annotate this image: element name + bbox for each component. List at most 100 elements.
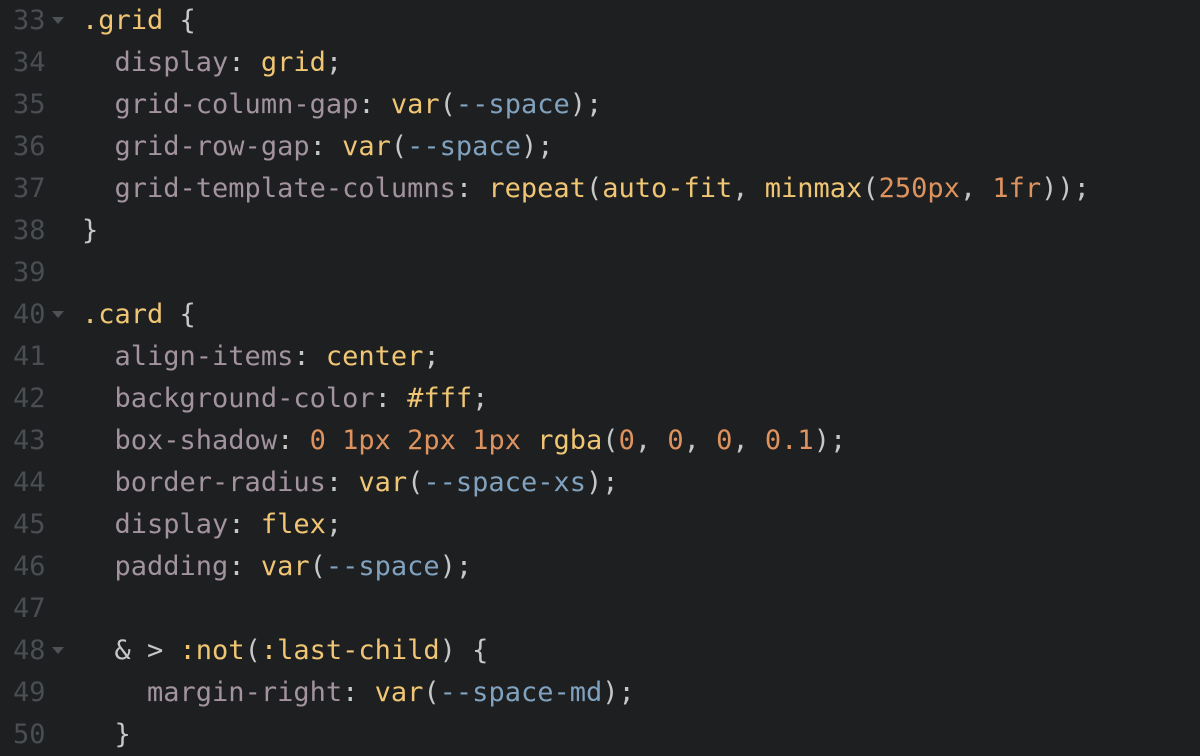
code-token: ); xyxy=(439,551,473,582)
code-token: ( xyxy=(390,131,408,162)
code-line[interactable]: 40 .card { xyxy=(0,294,1200,336)
code-token: 1px xyxy=(342,425,391,456)
code-line[interactable]: 33 .grid { xyxy=(0,0,1200,42)
code-line[interactable]: 44 border-radius: var(--space-xs); xyxy=(0,462,1200,504)
line-code: } xyxy=(82,210,98,252)
code-token: ); xyxy=(602,677,635,708)
code-line[interactable]: 49 margin-right: var(--space-md); xyxy=(0,672,1200,714)
line-code: box-shadow: 0 1px 2px 1px rgba(0, 0, 0, … xyxy=(82,420,847,462)
code-token: 1px xyxy=(472,425,521,456)
code-token: background-color xyxy=(114,383,375,414)
code-line[interactable]: 39 xyxy=(0,252,1200,294)
code-token: , xyxy=(959,173,993,204)
code-token: : xyxy=(309,131,343,162)
line-number: 34 xyxy=(13,47,46,78)
code-token: --space xyxy=(455,89,570,120)
code-token: 0 xyxy=(618,425,635,456)
line-gutter: 39 xyxy=(0,252,76,294)
line-gutter: 38 xyxy=(0,210,76,252)
code-editor[interactable]: 33 .grid {34 display: grid; 35 grid-column… xyxy=(0,0,1200,756)
code-line[interactable]: 47 xyxy=(0,588,1200,630)
code-token: box-shadow xyxy=(114,425,278,456)
code-line[interactable]: 37 grid-template-columns: repeat(auto-fi… xyxy=(0,168,1200,210)
line-code: .grid { xyxy=(82,0,196,42)
line-gutter: 47 xyxy=(0,588,76,630)
code-token: auto-fit xyxy=(602,173,733,204)
code-line[interactable]: 48 & > :not(:last-child) { xyxy=(0,630,1200,672)
code-line[interactable]: 43 box-shadow: 0 1px 2px 1px rgba(0, 0, … xyxy=(0,420,1200,462)
code-token: .grid xyxy=(82,5,164,36)
code-token: ; xyxy=(472,383,489,414)
code-line[interactable]: 50 } xyxy=(0,714,1200,756)
line-number: 43 xyxy=(13,425,46,456)
line-number: 48 xyxy=(13,635,46,666)
code-token: { xyxy=(163,5,196,36)
line-number: 46 xyxy=(13,551,46,582)
fold-arrow-icon[interactable] xyxy=(52,311,64,318)
code-line[interactable]: 45 display: flex; xyxy=(0,504,1200,546)
code-token: ( xyxy=(585,173,603,204)
line-number: 49 xyxy=(13,677,46,708)
code-token: : xyxy=(358,89,391,120)
code-token: var xyxy=(342,131,391,162)
code-token: ) { xyxy=(439,635,489,666)
code-token: display xyxy=(114,47,229,78)
line-number: 39 xyxy=(13,257,46,288)
code-line[interactable]: 38} xyxy=(0,210,1200,252)
code-token: grid-row-gap xyxy=(114,131,310,162)
line-gutter: 42 xyxy=(0,378,76,420)
line-code: } xyxy=(82,714,131,756)
code-token: ; xyxy=(325,509,343,540)
code-token: var xyxy=(358,467,408,498)
fold-arrow-icon[interactable] xyxy=(52,17,64,24)
code-token: 250px xyxy=(878,173,960,204)
line-number: 50 xyxy=(13,719,46,750)
code-token: ( xyxy=(244,635,261,666)
code-token: :not xyxy=(179,635,245,666)
code-line[interactable]: 42 background-color: #fff; xyxy=(0,378,1200,420)
line-number: 45 xyxy=(13,509,46,540)
line-gutter: 34 xyxy=(0,42,76,84)
fold-arrow-icon[interactable] xyxy=(52,647,64,654)
line-number: 37 xyxy=(13,173,46,204)
code-token: , xyxy=(732,425,765,456)
code-line[interactable]: 41 align-items: center; xyxy=(0,336,1200,378)
code-token: ); xyxy=(585,467,619,498)
line-gutter: 40 xyxy=(0,294,76,336)
line-number: 44 xyxy=(13,467,46,498)
code-token: padding xyxy=(114,551,229,582)
code-token: display xyxy=(114,509,229,540)
code-line[interactable]: 35 grid-column-gap: var(--space); xyxy=(0,84,1200,126)
code-token: : xyxy=(293,341,326,372)
code-token: { xyxy=(163,299,196,330)
line-code: align-items: center; xyxy=(82,336,440,378)
line-gutter: 37 xyxy=(0,168,76,210)
code-line[interactable]: 46 padding: var(--space); xyxy=(0,546,1200,588)
code-token: grid-column-gap xyxy=(114,89,359,120)
code-token: 1fr xyxy=(992,173,1042,204)
code-token: : xyxy=(342,677,375,708)
code-token: repeat xyxy=(488,173,586,204)
code-token: margin-right xyxy=(147,677,343,708)
code-line[interactable]: 36 grid-row-gap: var(--space); xyxy=(0,126,1200,168)
line-gutter: 48 xyxy=(0,630,76,672)
code-token: , xyxy=(634,425,668,456)
code-token: : xyxy=(455,173,489,204)
code-token: var xyxy=(374,677,424,708)
code-token: ; xyxy=(423,341,440,372)
code-token: ( xyxy=(602,425,619,456)
code-line[interactable]: 34 display: grid; xyxy=(0,42,1200,84)
line-number: 41 xyxy=(13,341,46,372)
line-gutter: 41 xyxy=(0,336,76,378)
